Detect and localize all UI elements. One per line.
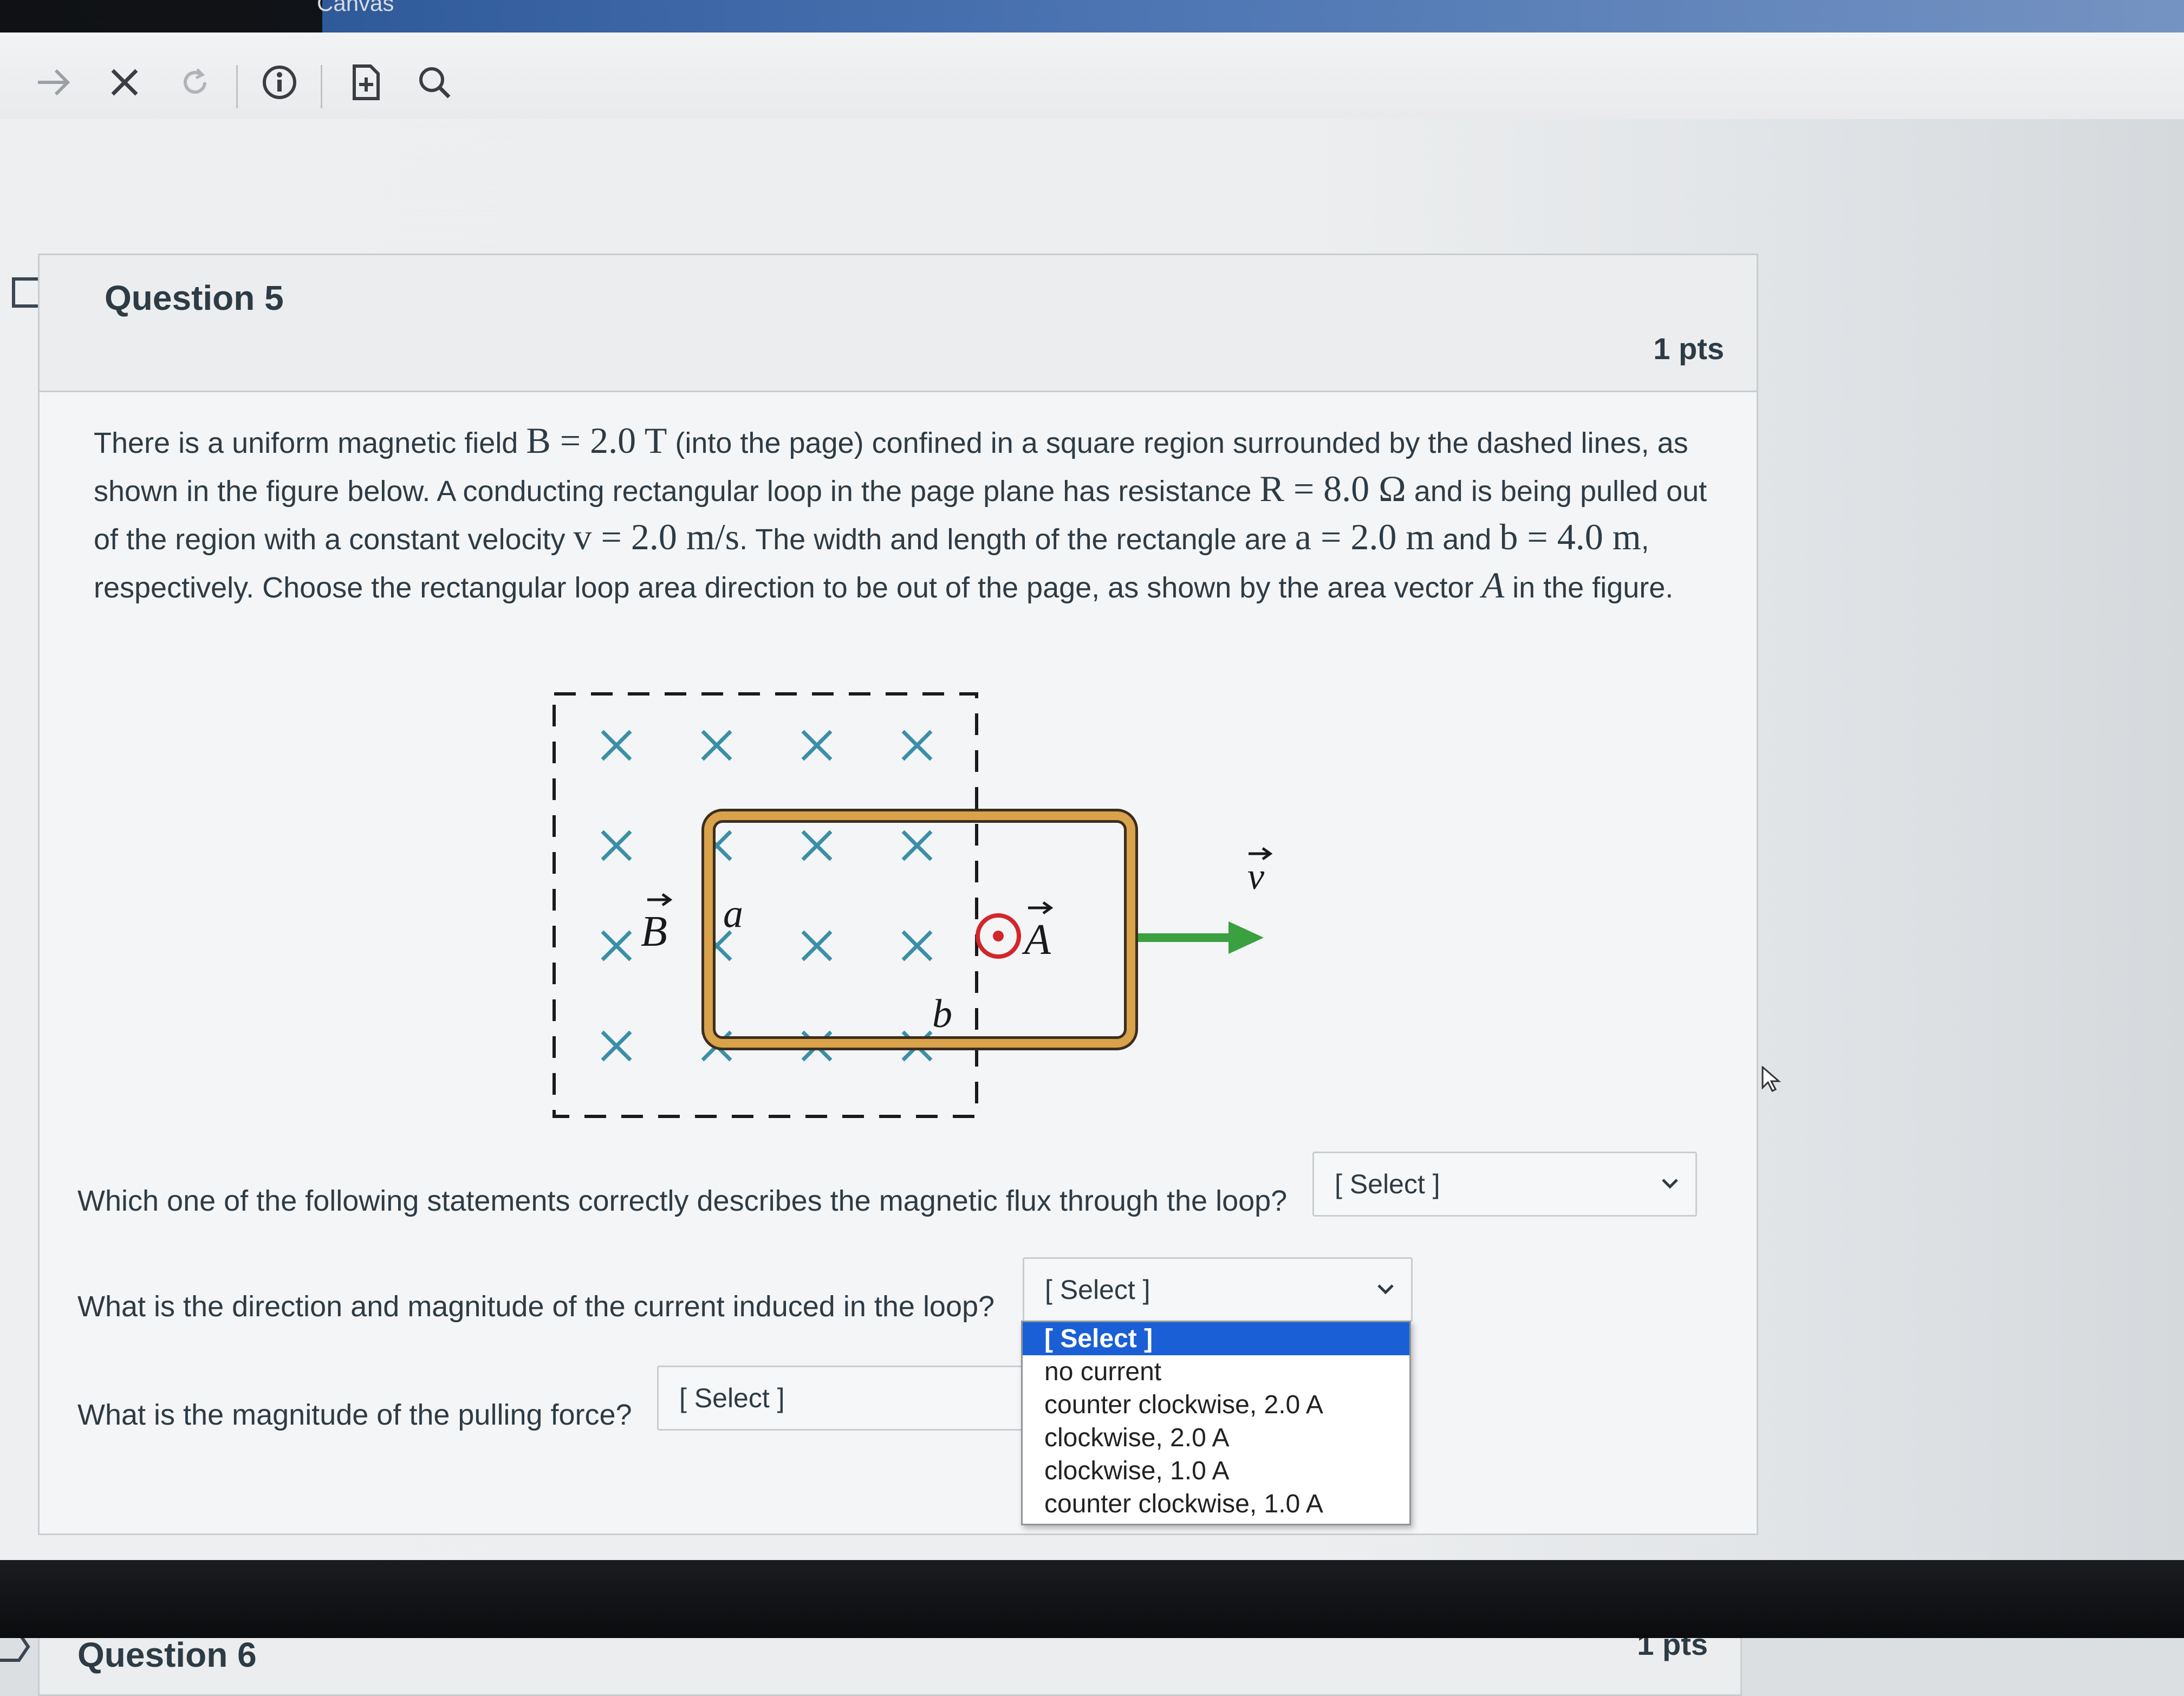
question-title: Question 6 [77,1635,257,1674]
math-resistance: R = 8.0 Ω [1259,468,1406,509]
force-select[interactable]: [ Select ] [657,1366,1036,1431]
question-text-part: and [1434,523,1500,556]
question-text: There is a uniform magnetic field B = 2.… [94,418,1735,610]
close-icon[interactable] [98,55,152,109]
subquestion-flux-prompt: Which one of the following statements co… [77,1185,1288,1217]
question-points: 1 pts [1653,332,1724,366]
field-cross-mark [601,1030,632,1062]
quiz-page: Question 5 1 pts There is a uniform magn… [0,119,2184,1696]
browser-toolbar [0,33,2184,120]
dropdown-option[interactable]: clockwise, 1.0 A [1023,1454,1409,1487]
dropdown-option[interactable]: [ Select ] [1023,1322,1409,1355]
dropdown-option[interactable]: clockwise, 2.0 A [1023,1421,1409,1454]
label-v: v [1247,856,1265,898]
toolbar-separator [321,65,322,108]
math-field-strength: B = 2.0 T [526,420,667,461]
math-width: a = 2.0 m [1295,516,1435,557]
field-cross-mark [901,830,933,861]
add-page-icon[interactable] [339,55,393,109]
question-5-header: Question 5 1 pts [40,255,1757,392]
field-cross-mark [801,930,833,961]
field-cross-mark [801,830,833,861]
force-select-value: [ Select ] [679,1383,785,1413]
current-select-value: [ Select ] [1045,1275,1150,1305]
field-cross-mark [601,730,632,761]
field-crosses [601,730,933,1062]
field-cross-mark [601,830,632,861]
label-B: B [641,908,667,956]
math-length: b = 4.0 m [1499,516,1641,557]
field-region-boundary [552,692,978,1118]
area-vector-dot [993,931,1004,941]
reload-icon[interactable] [168,55,222,109]
mouse-cursor-icon [1760,1065,1782,1096]
toolbar-separator [236,65,238,108]
flux-select-value: [ Select ] [1335,1169,1440,1199]
question-title: Question 5 [105,278,284,317]
label-A-arrow [1028,901,1054,915]
current-select-dropdown: [ Select ] no current counter clockwise,… [1021,1321,1411,1525]
math-area-vector: A [1481,564,1505,606]
info-icon[interactable] [252,55,307,109]
label-A: A [1022,916,1051,964]
screen-bezel [0,1560,2184,1638]
velocity-arrow-head [1228,921,1264,954]
figure-svg: B a b A v [552,692,1273,1118]
subquestion-force-prompt: What is the magnitude of the pulling for… [77,1399,632,1431]
question-text-part: There is a uniform magnetic field [94,427,526,459]
question-5-card: Question 5 1 pts There is a uniform magn… [38,254,1758,1535]
chevron-down-icon [1662,1179,1678,1189]
label-B-arrow [647,893,673,907]
question-text-part: in the figure. [1504,571,1674,604]
label-b: b [932,992,952,1036]
field-cross-mark [901,730,933,761]
dropdown-option[interactable]: counter clockwise, 1.0 A [1023,1487,1409,1520]
forward-arrow-icon[interactable] [27,55,81,109]
magnetic-field-figure: B a b A v [505,667,1426,1273]
dropdown-option[interactable]: no current [1023,1355,1409,1388]
chevron-down-icon [1377,1284,1394,1295]
flux-select[interactable]: [ Select ] [1312,1152,1697,1217]
search-icon[interactable] [407,55,461,109]
current-select[interactable]: [ Select ] [1023,1257,1413,1322]
dropdown-option[interactable]: counter clockwise, 2.0 A [1023,1388,1409,1421]
subquestion-current-prompt: What is the direction and magnitude of t… [77,1290,995,1323]
field-cross-mark [901,930,933,961]
label-a: a [723,892,743,936]
field-cross-mark [701,730,732,761]
math-velocity: v = 2.0 m/s [573,516,740,557]
field-cross-mark [601,930,632,961]
field-cross-mark [801,730,833,761]
question-text-part: . The width and length of the rectangle … [739,523,1295,556]
tab-label: Canvas [317,0,394,16]
